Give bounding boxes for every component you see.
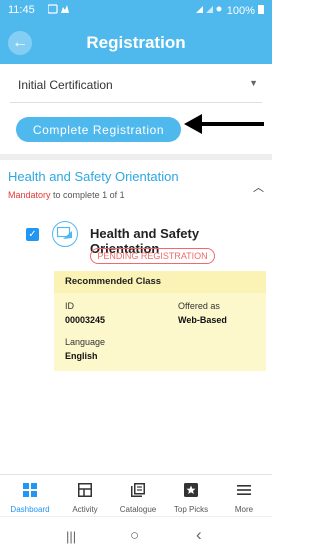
nav-label-dashboard: Dashboard: [10, 505, 50, 514]
class-id-label: ID: [65, 301, 74, 311]
nav-catalogue[interactable]: Catalogue: [113, 475, 163, 517]
notification-icons: [47, 4, 70, 17]
course-card: ✓ Health and Safety Orientation PENDING …: [16, 213, 272, 383]
home-icon[interactable]: ○: [130, 527, 139, 544]
progress-text: to complete 1 of 1: [53, 190, 125, 200]
status-time: 11:45: [8, 4, 35, 16]
language-value: English: [65, 351, 98, 361]
dashboard-icon: [23, 483, 37, 497]
activity-icon: [78, 483, 92, 497]
status-right: 100%: [194, 4, 264, 17]
recommended-class-heading: Recommended Class: [54, 271, 266, 293]
signal-icon: [195, 6, 222, 13]
checkmark-icon: ✓: [28, 229, 37, 240]
nav-more[interactable]: More: [219, 475, 269, 517]
certification-dropdown[interactable]: Initial Certification ▼: [10, 66, 262, 103]
web-based-course-icon: [52, 221, 78, 247]
section-progress: Mandatory to complete 1 of 1: [8, 190, 125, 200]
system-navigation-bar: ||| ○ ‹: [0, 516, 272, 557]
mandatory-label: Mandatory: [8, 190, 51, 200]
recommended-class-panel: Recommended Class ID 00003245 Offered as…: [54, 271, 266, 371]
battery-level: 100%: [226, 5, 255, 17]
recent-apps-icon[interactable]: |||: [66, 529, 76, 544]
nav-activity[interactable]: Activity: [60, 475, 110, 517]
nav-top-picks[interactable]: Top Picks: [166, 475, 216, 517]
status-bar: 11:45 100%: [0, 0, 272, 22]
class-id-value: 00003245: [65, 315, 106, 325]
back-nav-icon[interactable]: ‹: [196, 525, 202, 545]
battery-icon: [258, 5, 264, 14]
section-title: Health and Safety Orientation: [8, 169, 179, 184]
offered-as-value: Web-Based: [178, 315, 227, 325]
section-header[interactable]: Health and Safety Orientation Mandatory …: [0, 160, 272, 200]
language-label: Language: [65, 337, 106, 347]
arrow-left-icon: [184, 114, 264, 134]
caret-down-icon: ▼: [249, 78, 258, 88]
status-badge: PENDING REGISTRATION: [90, 248, 215, 264]
top-picks-icon: [184, 483, 198, 497]
bottom-navigation: Dashboard Activity Catalogue Top Picks M…: [0, 474, 272, 517]
complete-registration-button[interactable]: Complete Registration: [16, 117, 181, 142]
course-checkbox[interactable]: ✓: [26, 228, 39, 241]
menu-icon: [237, 485, 251, 495]
app-bar: ← Registration: [0, 22, 272, 64]
catalogue-icon: [131, 483, 145, 497]
offered-as-label: Offered as: [178, 301, 220, 311]
nav-label-more: More: [234, 505, 254, 514]
certification-dropdown-value: Initial Certification: [18, 78, 113, 92]
page-title: Registration: [86, 33, 186, 52]
chevron-up-icon[interactable]: ︿: [253, 179, 264, 195]
nav-dashboard[interactable]: Dashboard: [5, 475, 55, 517]
